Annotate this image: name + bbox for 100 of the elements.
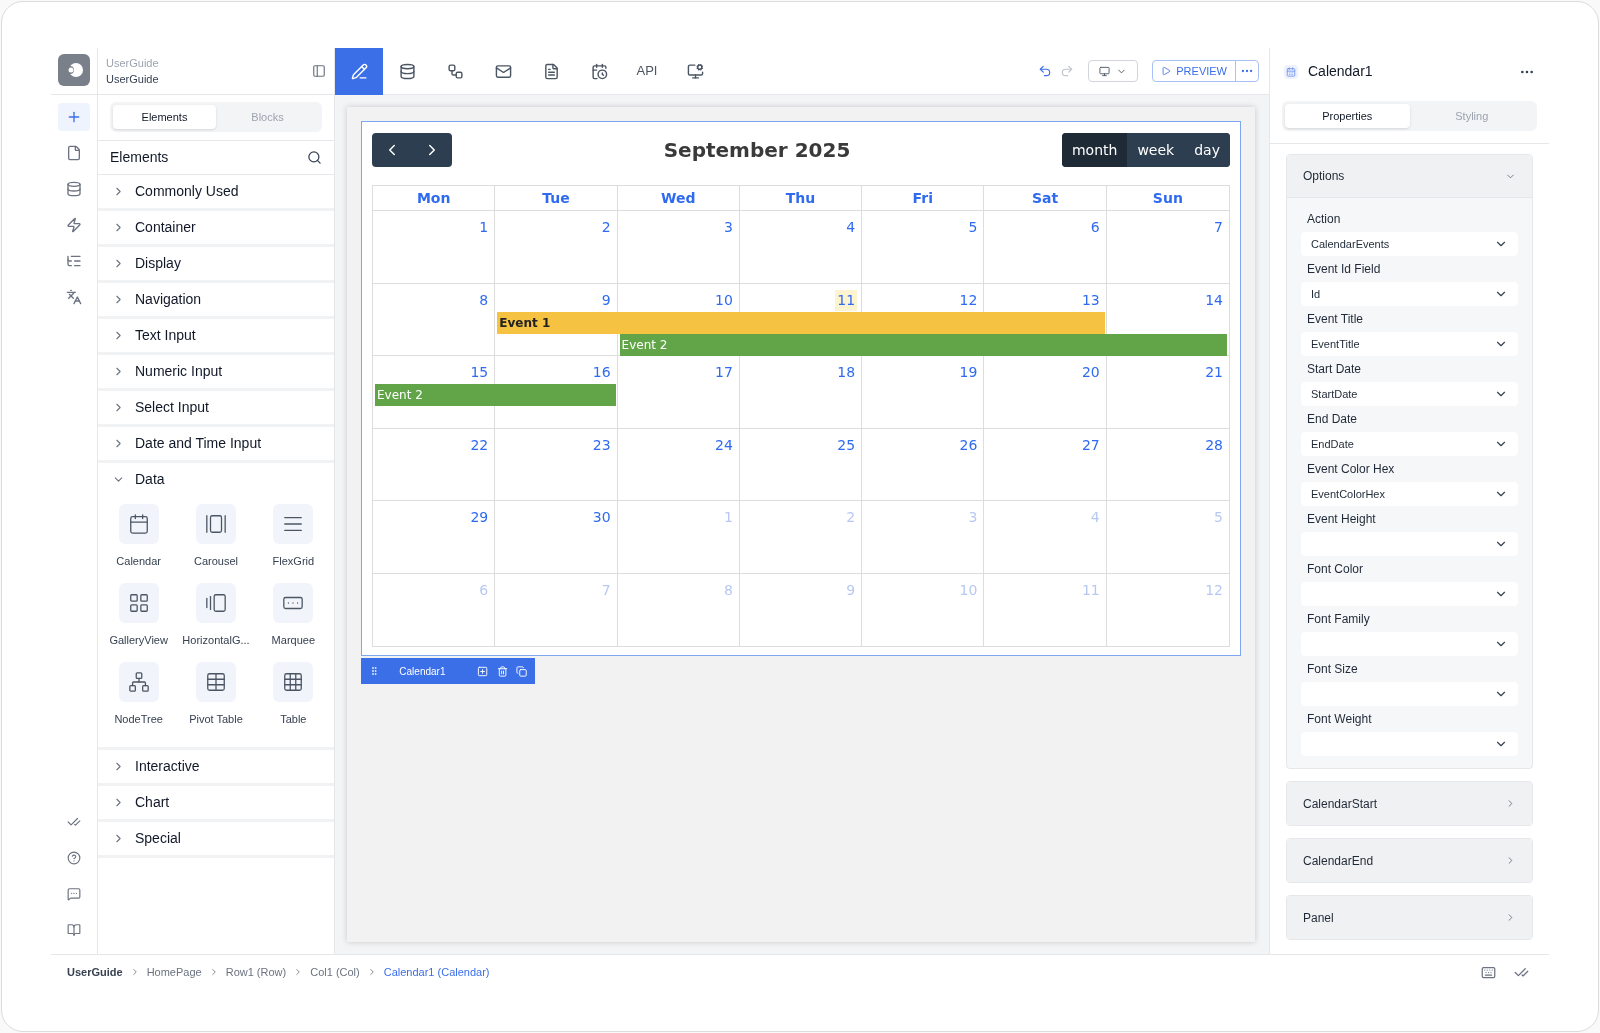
date-number[interactable]: 7 <box>1212 217 1225 238</box>
category-item[interactable]: Display <box>98 247 334 280</box>
category-item[interactable]: Select Input <box>98 391 334 424</box>
category-item[interactable]: Chart <box>98 786 334 819</box>
field-label: Font Family <box>1306 611 1371 628</box>
element-label: Calendar <box>116 554 161 569</box>
element-tile[interactable] <box>273 583 314 623</box>
date-number[interactable]: 10 <box>713 289 735 311</box>
date-number[interactable]: 22 <box>468 434 491 456</box>
date-number[interactable]: 5 <box>966 217 980 238</box>
toolbar-tab[interactable] <box>335 47 383 95</box>
breadcrumb-item[interactable]: Row1 (Row) <box>224 963 288 981</box>
select-field[interactable] <box>1301 732 1518 756</box>
select-field[interactable] <box>1301 532 1518 556</box>
field-label: Event Id Field <box>1306 261 1382 278</box>
keyboard-icon[interactable] <box>1481 964 1496 980</box>
date-number[interactable]: 1 <box>477 217 491 238</box>
date-number[interactable]: 25 <box>835 434 858 456</box>
element-label: Marquee <box>271 633 316 648</box>
date-number[interactable]: 12 <box>957 289 980 311</box>
date-number[interactable]: 18 <box>835 362 858 383</box>
element-tile[interactable] <box>118 504 159 544</box>
date-number[interactable]: 20 <box>1079 362 1102 383</box>
element-tile[interactable] <box>273 504 314 544</box>
element-tile[interactable] <box>118 583 159 623</box>
event-segment[interactable] <box>1106 333 1227 356</box>
panel-tab[interactable]: Elements <box>113 105 216 129</box>
select-field[interactable]: StartDate <box>1301 382 1518 406</box>
category-item[interactable]: Interactive <box>98 750 334 783</box>
date-number[interactable]: 30 <box>590 507 613 528</box>
element-tile[interactable] <box>196 504 236 544</box>
date-number[interactable]: 16 <box>590 362 613 383</box>
date-number[interactable]: 21 <box>1203 362 1225 383</box>
tree-icon <box>127 671 150 693</box>
copy-icon[interactable] <box>515 664 527 678</box>
category-item[interactable]: Date and Time Input <box>98 427 334 460</box>
date-number[interactable]: 3 <box>721 217 735 238</box>
date-number[interactable]: 6 <box>1088 217 1102 238</box>
section-header[interactable]: CalendarEnd <box>1287 839 1532 882</box>
date-number[interactable]: 26 <box>957 434 980 456</box>
api-tab[interactable]: API <box>623 47 671 95</box>
event-segment[interactable]: Event 2 <box>375 384 496 406</box>
element-tile[interactable] <box>196 662 236 702</box>
date-number[interactable]: 15 <box>468 362 491 383</box>
category-item[interactable]: Commonly Used <box>98 175 334 208</box>
view-button[interactable]: month <box>1061 133 1128 167</box>
weekday-header: Thu <box>739 186 863 210</box>
date-number[interactable]: 13 <box>1079 289 1102 311</box>
date-number[interactable]: 4 <box>844 217 858 238</box>
category-item[interactable]: Numeric Input <box>98 355 334 388</box>
undo-icon[interactable] <box>1038 64 1053 78</box>
breadcrumb-item[interactable]: Col1 (Col) <box>309 963 361 981</box>
collapse-panel-icon[interactable] <box>312 64 326 78</box>
breadcrumb-item[interactable]: HomePage <box>145 963 203 981</box>
breadcrumb-item[interactable]: UserGuide <box>66 963 124 981</box>
category-item[interactable]: Text Input <box>98 319 334 352</box>
date-number[interactable]: 2 <box>599 217 613 238</box>
panel-tab[interactable]: Properties <box>1285 104 1410 128</box>
select-field[interactable] <box>1301 582 1518 606</box>
calendar-clock-icon <box>590 62 608 80</box>
element-tile[interactable] <box>118 662 159 702</box>
select-field[interactable] <box>1301 682 1518 706</box>
element-tile[interactable] <box>196 583 236 623</box>
section-header[interactable]: CalendarStart <box>1287 782 1532 825</box>
date-number[interactable]: 28 <box>1203 434 1225 456</box>
grid-icon <box>127 592 150 614</box>
category-item[interactable]: Navigation <box>98 283 334 316</box>
date-number[interactable]: 9 <box>599 289 613 311</box>
event-segment[interactable]: Event 1 <box>497 311 618 334</box>
select-field[interactable] <box>1301 632 1518 656</box>
search-icon[interactable] <box>307 150 322 165</box>
app-logo[interactable] <box>58 54 90 86</box>
category-item[interactable]: Special <box>98 822 334 855</box>
category-item[interactable]: Data <box>98 463 334 496</box>
delete-icon[interactable] <box>496 664 508 678</box>
section-header[interactable]: Options <box>1287 155 1532 198</box>
date-number[interactable]: 27 <box>1079 434 1102 456</box>
section-header[interactable]: Panel <box>1287 896 1532 939</box>
date-number[interactable]: 14 <box>1203 289 1225 311</box>
category-item[interactable]: Container <box>98 211 334 244</box>
add-icon[interactable] <box>477 664 489 678</box>
select-field[interactable]: EventColorHex <box>1301 482 1518 506</box>
breadcrumb-item[interactable]: Calendar1 (Calendar) <box>382 963 491 981</box>
select-field[interactable]: CalendarEvents <box>1301 232 1518 256</box>
date-number[interactable]: 24 <box>713 434 735 456</box>
element-tile[interactable] <box>273 662 314 702</box>
add-icon[interactable] <box>58 103 90 131</box>
date-number[interactable]: 29 <box>468 507 491 528</box>
date-number[interactable]: 11 <box>835 289 858 311</box>
select-field[interactable]: EndDate <box>1301 432 1518 456</box>
carousel-icon <box>205 513 227 535</box>
date-number[interactable]: 19 <box>957 362 980 383</box>
device-dropdown[interactable] <box>1088 60 1139 82</box>
date-number[interactable]: 17 <box>713 362 735 383</box>
date-number[interactable]: 23 <box>590 434 613 456</box>
date-number[interactable]: 8 <box>477 289 491 311</box>
select-field[interactable]: EventTitle <box>1301 332 1518 356</box>
project-name: UserGuide <box>106 72 159 87</box>
event-segment[interactable]: Event 2 <box>619 333 740 356</box>
select-field[interactable]: Id <box>1301 282 1518 306</box>
